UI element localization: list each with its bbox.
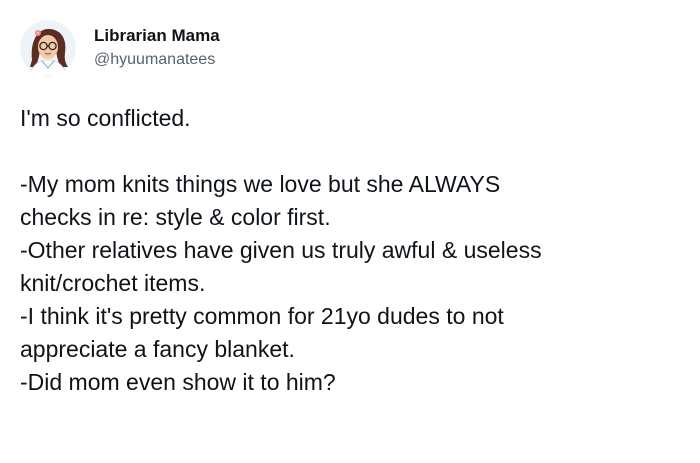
author-names: Librarian Mama @hyuumanatees xyxy=(94,25,220,71)
tweet-text: I'm so conflicted. -My mom knits things … xyxy=(20,102,680,399)
tweet-line: -My mom knits things we love but she ALW… xyxy=(20,171,501,197)
tweet-line: checks in re: style & color first. xyxy=(20,204,331,230)
tweet-line: -I think it's pretty common for 21yo dud… xyxy=(20,303,504,329)
author-handle[interactable]: @hyuumanatees xyxy=(94,49,220,71)
tweet-line: -Did mom even show it to him? xyxy=(20,369,336,395)
tweet-line: -Other relatives have given us truly awf… xyxy=(20,237,542,263)
tweet-intro-line: I'm so conflicted. xyxy=(20,105,191,131)
tweet-line: knit/crochet items. xyxy=(20,270,206,296)
tweet-card: Librarian Mama @hyuumanatees I'm so conf… xyxy=(0,0,700,463)
profile-avatar-illustration-icon[interactable] xyxy=(20,20,76,76)
author-display-name[interactable]: Librarian Mama xyxy=(94,25,220,47)
tweet-line: appreciate a fancy blanket. xyxy=(20,336,295,362)
tweet-header: Librarian Mama @hyuumanatees xyxy=(20,20,220,76)
